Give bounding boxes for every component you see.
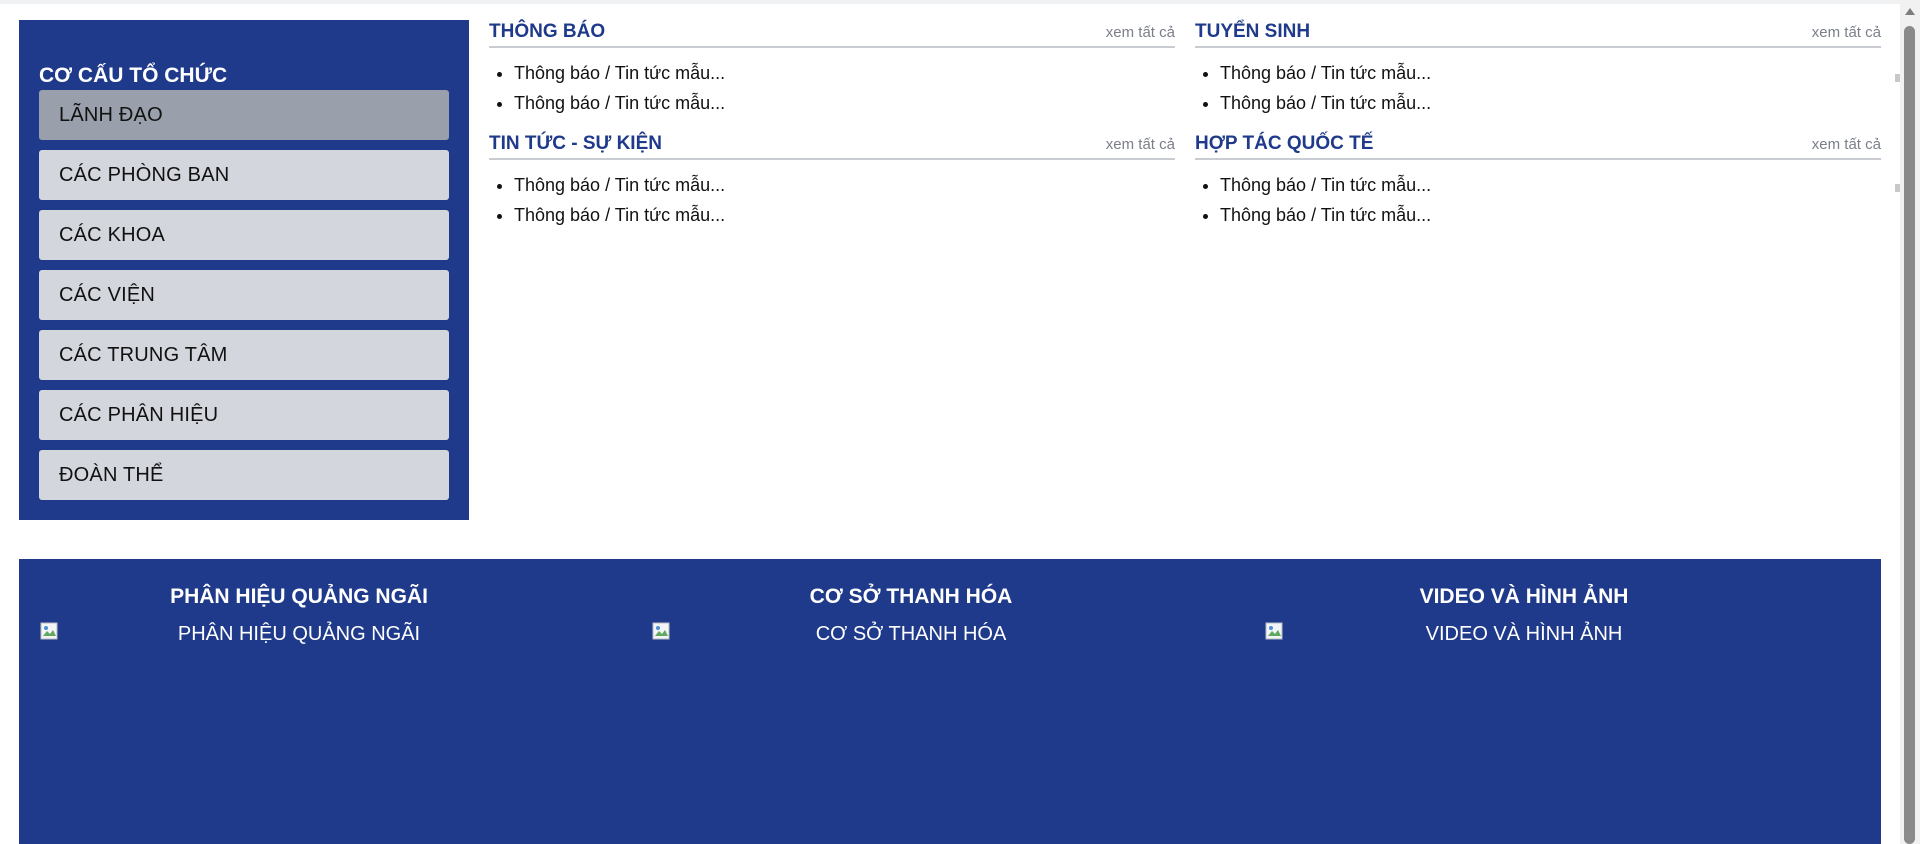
sidebar-item-doan-the[interactable]: ĐOÀN THỂ <box>39 450 449 500</box>
news-item[interactable]: Thông báo / Tin tức mẫu... <box>514 200 1175 230</box>
news-item[interactable]: Thông báo / Tin tức mẫu... <box>1220 170 1881 200</box>
panel-title[interactable]: HỢP TÁC QUỐC TẾ <box>1195 132 1373 156</box>
view-all-link[interactable]: xem tất cả <box>1106 136 1175 154</box>
panel-header: TIN TỨC - SỰ KIỆN xem tất cả <box>489 132 1175 160</box>
sidebar-item-cac-phan-hieu[interactable]: CÁC PHÂN HIỆU <box>39 390 449 440</box>
footer-title: CƠ SỞ THANH HÓA <box>809 585 1013 608</box>
org-structure-sidebar: CƠ CẤU TỔ CHỨC LÃNH ĐẠO CÁC PHÒNG BAN CÁ… <box>19 20 469 520</box>
chevron-up-icon[interactable] <box>1905 8 1915 15</box>
vertical-scrollbar[interactable] <box>1900 0 1920 844</box>
sidebar-item-cac-vien[interactable]: CÁC VIỆN <box>39 270 449 320</box>
sidebar-item-lanh-dao[interactable]: LÃNH ĐẠO <box>39 90 449 140</box>
panel-hop-tac-quoc-te: HỢP TÁC QUỐC TẾ xem tất cả Thông báo / T… <box>1195 132 1881 230</box>
news-list: Thông báo / Tin tức mẫu... Thông báo / T… <box>1195 170 1881 230</box>
news-item[interactable]: Thông báo / Tin tức mẫu... <box>514 170 1175 200</box>
news-item[interactable]: Thông báo / Tin tức mẫu... <box>1220 200 1881 230</box>
footer-col-video: VIDEO VÀ HÌNH ẢNH VIDEO VÀ HÌNH ẢNH <box>1244 559 1804 844</box>
footer-section: PHÂN HIỆU QUẢNG NGÃI PHÂN HIỆU QUẢNG NGÃ… <box>19 559 1881 844</box>
footer-title: PHÂN HIỆU QUẢNG NGÃI <box>170 585 428 608</box>
sidebar-item-cac-phong-ban[interactable]: CÁC PHÒNG BAN <box>39 150 449 200</box>
sidebar-item-cac-khoa[interactable]: CÁC KHOA <box>39 210 449 260</box>
news-item[interactable]: Thông báo / Tin tức mẫu... <box>514 88 1175 118</box>
panel-thong-bao: THÔNG BÁO xem tất cả Thông báo / Tin tức… <box>489 20 1175 118</box>
footer-col-thanh-hoa: CƠ SỞ THANH HÓA CƠ SỞ THANH HÓA <box>631 559 1191 844</box>
news-item[interactable]: Thông báo / Tin tức mẫu... <box>514 58 1175 88</box>
scrollbar-thumb[interactable] <box>1904 26 1915 844</box>
panel-title[interactable]: TIN TỨC - SỰ KIỆN <box>489 132 662 156</box>
news-item[interactable]: Thông báo / Tin tức mẫu... <box>1220 88 1881 118</box>
view-all-link[interactable]: xem tất cả <box>1812 24 1881 42</box>
panel-title[interactable]: TUYỂN SINH <box>1195 20 1310 44</box>
panel-title[interactable]: THÔNG BÁO <box>489 20 605 44</box>
view-all-link[interactable]: xem tất cả <box>1106 24 1175 42</box>
page: CƠ CẤU TỔ CHỨC LÃNH ĐẠO CÁC PHÒNG BAN CÁ… <box>0 0 1900 844</box>
panel-header: HỢP TÁC QUỐC TẾ xem tất cả <box>1195 132 1881 160</box>
panel-header: TUYỂN SINH xem tất cả <box>1195 20 1881 48</box>
sidebar-title: CƠ CẤU TỔ CHỨC <box>39 64 228 87</box>
panel-tin-tuc-su-kien: TIN TỨC - SỰ KIỆN xem tất cả Thông báo /… <box>489 132 1175 230</box>
footer-col-quang-ngai: PHÂN HIỆU QUẢNG NGÃI PHÂN HIỆU QUẢNG NGÃ… <box>19 559 579 844</box>
footer-image-alt[interactable]: CƠ SỞ THANH HÓA <box>631 622 1191 646</box>
view-all-link[interactable]: xem tất cả <box>1812 136 1881 154</box>
footer-image-alt[interactable]: PHÂN HIỆU QUẢNG NGÃI <box>19 622 579 646</box>
sidebar-item-cac-trung-tam[interactable]: CÁC TRUNG TÂM <box>39 330 449 380</box>
panel-header: THÔNG BÁO xem tất cả <box>489 20 1175 48</box>
footer-title: VIDEO VÀ HÌNH ẢNH <box>1419 585 1629 608</box>
sidebar-menu: LÃNH ĐẠO CÁC PHÒNG BAN CÁC KHOA CÁC VIỆN… <box>39 90 449 510</box>
footer-image-alt[interactable]: VIDEO VÀ HÌNH ẢNH <box>1244 622 1804 646</box>
news-item[interactable]: Thông báo / Tin tức mẫu... <box>1220 58 1881 88</box>
news-list: Thông báo / Tin tức mẫu... Thông báo / T… <box>489 170 1175 230</box>
news-list: Thông báo / Tin tức mẫu... Thông báo / T… <box>1195 58 1881 118</box>
news-list: Thông báo / Tin tức mẫu... Thông báo / T… <box>489 58 1175 118</box>
panel-tuyen-sinh: TUYỂN SINH xem tất cả Thông báo / Tin tứ… <box>1195 20 1881 118</box>
